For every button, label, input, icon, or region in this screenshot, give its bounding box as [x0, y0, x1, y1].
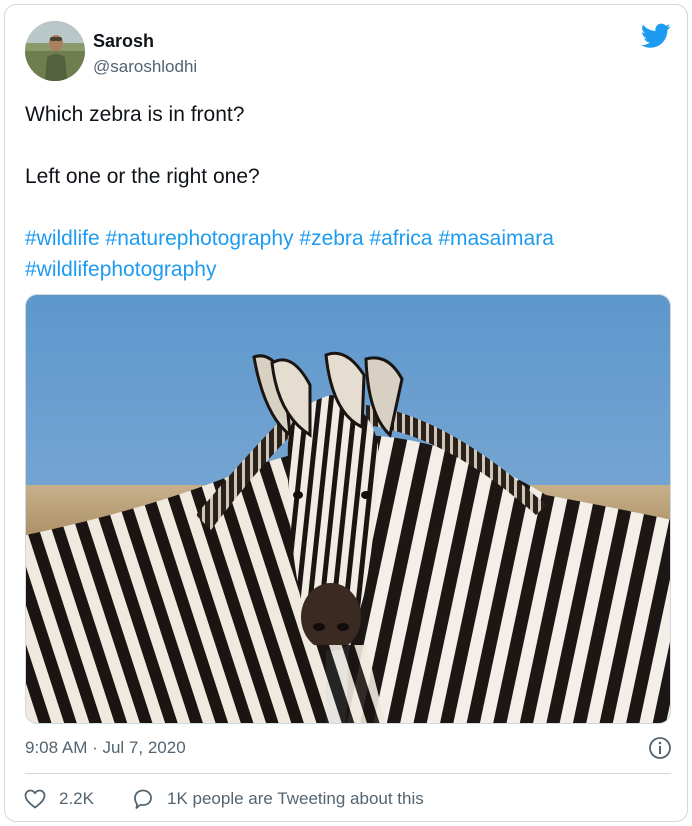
like-button[interactable]: 2.2K: [23, 786, 94, 812]
hashtag-africa[interactable]: #africa: [369, 227, 432, 250]
tweet-text: Which zebra is in front? Left one or the…: [25, 99, 665, 285]
tweet-photo[interactable]: [25, 294, 671, 724]
heart-icon: [24, 789, 46, 809]
conversation-button[interactable]: 1K people are Tweeting about this: [131, 786, 424, 812]
tweet-card: Sarosh @saroshlodhi Which zebra is in fr…: [4, 4, 688, 822]
hashtag-masaimara[interactable]: #masaimara: [438, 227, 554, 250]
hashtag-wildlife[interactable]: #wildlife: [25, 227, 100, 250]
author-display-name[interactable]: Sarosh: [93, 31, 154, 52]
hashtag-row-1: #wildlife #naturephotography #zebra #afr…: [25, 223, 665, 254]
speech-bubble-icon: [134, 789, 152, 809]
avatar[interactable]: [25, 21, 85, 81]
hashtag-zebra[interactable]: #zebra: [299, 227, 363, 250]
divider: [25, 773, 671, 774]
author-handle[interactable]: @saroshlodhi: [93, 57, 197, 77]
hashtag-wildlifephotography[interactable]: #wildlifephotography: [25, 258, 216, 281]
tweet-line-2: Left one or the right one?: [25, 165, 260, 188]
hashtag-row-2: #wildlifephotography: [25, 254, 665, 285]
hashtag-naturephotography[interactable]: #naturephotography: [106, 227, 294, 250]
like-count: 2.2K: [59, 789, 94, 808]
tweet-line-1: Which zebra is in front?: [25, 103, 245, 126]
tweet-timestamp[interactable]: 9:08 AM · Jul 7, 2020: [25, 738, 186, 758]
conversation-label: 1K people are Tweeting about this: [167, 789, 424, 808]
info-icon[interactable]: [648, 736, 672, 760]
twitter-bird-icon[interactable]: [641, 23, 671, 49]
